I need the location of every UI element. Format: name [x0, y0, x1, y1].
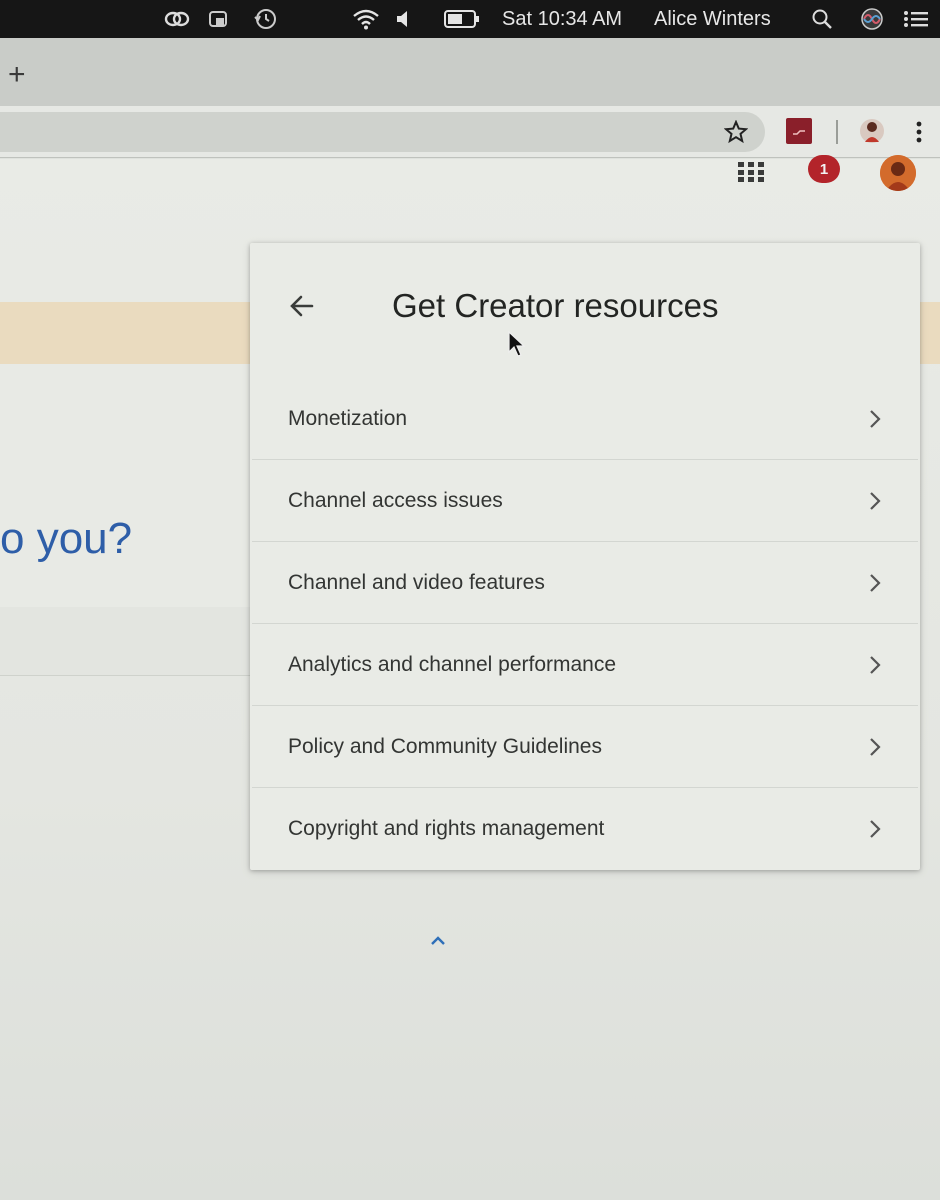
resource-item-channel-video-features[interactable]: Channel and video features	[252, 542, 918, 624]
notification-badge[interactable]: 1	[808, 155, 840, 183]
resource-list: Monetization Channel access issues Chann…	[252, 378, 918, 870]
resource-item-label: Copyright and rights management	[288, 817, 605, 840]
chevron-right-icon	[868, 408, 882, 430]
resource-item-policy[interactable]: Policy and Community Guidelines	[252, 706, 918, 788]
chevron-right-icon	[868, 818, 882, 840]
address-bar[interactable]	[0, 112, 765, 152]
spotlight-search-icon[interactable]	[810, 8, 834, 30]
resource-item-analytics[interactable]: Analytics and channel performance	[252, 624, 918, 706]
wifi-icon[interactable]	[350, 8, 382, 30]
notification-center-icon[interactable]	[902, 8, 930, 30]
browser-tab-strip	[0, 38, 940, 106]
chevron-right-icon	[868, 736, 882, 758]
menu-kebab-icon[interactable]	[912, 118, 926, 146]
resource-item-monetization[interactable]: Monetization	[252, 378, 918, 460]
macos-menu-bar: Sat 10:34 AM Alice Winters	[0, 0, 940, 38]
extension-icon[interactable]	[786, 118, 812, 144]
hero-heading: o you?	[0, 514, 133, 563]
menubar-clock[interactable]: Sat 10:34 AM	[502, 6, 622, 32]
backup-icon[interactable]	[205, 8, 233, 30]
chevron-up-icon[interactable]	[428, 933, 448, 947]
mouse-cursor-icon	[507, 330, 526, 358]
back-arrow-icon[interactable]	[284, 288, 320, 324]
battery-icon[interactable]	[444, 8, 480, 30]
resource-item-channel-access[interactable]: Channel access issues	[252, 460, 918, 542]
resource-item-copyright[interactable]: Copyright and rights management	[252, 788, 918, 870]
profile-icon[interactable]	[858, 116, 886, 146]
time-machine-icon[interactable]	[250, 8, 280, 30]
resource-item-label: Analytics and channel performance	[288, 652, 617, 676]
toolbar-divider	[836, 120, 838, 144]
resource-item-label: Channel access issues	[288, 488, 503, 512]
bookmark-star-icon[interactable]	[722, 118, 750, 146]
panel-title: Get Creator resources	[392, 287, 719, 324]
account-avatar[interactable]	[880, 155, 916, 191]
siri-icon[interactable]	[860, 8, 884, 30]
apps-grid-icon[interactable]	[738, 162, 764, 182]
new-tab-button[interactable]: +	[8, 60, 26, 90]
resource-item-label: Channel and video features	[288, 570, 545, 594]
resource-item-label: Monetization	[288, 406, 408, 430]
chevron-right-icon	[868, 654, 882, 676]
menubar-user-name[interactable]: Alice Winters	[654, 6, 771, 32]
creative-cloud-icon[interactable]	[162, 8, 192, 30]
volume-icon[interactable]	[394, 8, 412, 30]
resource-item-label: Policy and Community Guidelines	[288, 734, 602, 758]
chevron-right-icon	[868, 490, 882, 512]
chevron-right-icon	[868, 572, 882, 594]
